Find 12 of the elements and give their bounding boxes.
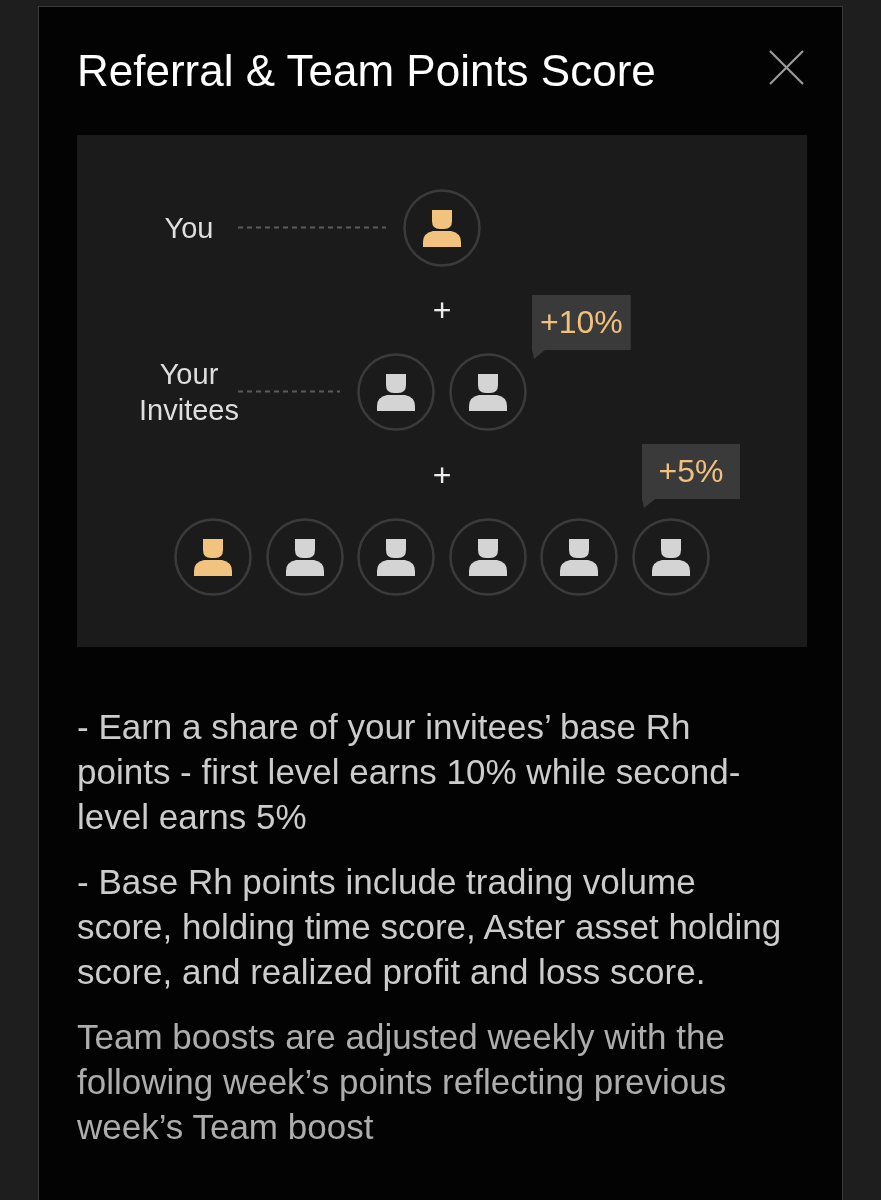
plus-sign: +: [432, 292, 452, 328]
close-button[interactable]: [769, 50, 804, 85]
description-paragraph: - Earn a share of your invitees’ base Rh points - first level earns 10% while second-level earns 5%: [77, 706, 742, 838]
percent-badge: +10%: [532, 295, 631, 359]
plus-sign: +: [432, 457, 452, 493]
description-paragraph: - Base Rh points include trading volume score, holding time score, Aster asset holding score, and realized profit and loss score.: [77, 861, 783, 993]
description-paragraph: Team boosts are adjusted weekly with the following week’s points reflecting previous week’s Team boost: [77, 1016, 728, 1148]
level-label: Your Invitees: [138, 357, 240, 428]
close-icon: [769, 50, 804, 85]
dialog-title: Referral & Team Points Score: [77, 45, 656, 97]
level-label: You: [163, 211, 215, 246]
percent-badge: +5%: [642, 444, 740, 508]
